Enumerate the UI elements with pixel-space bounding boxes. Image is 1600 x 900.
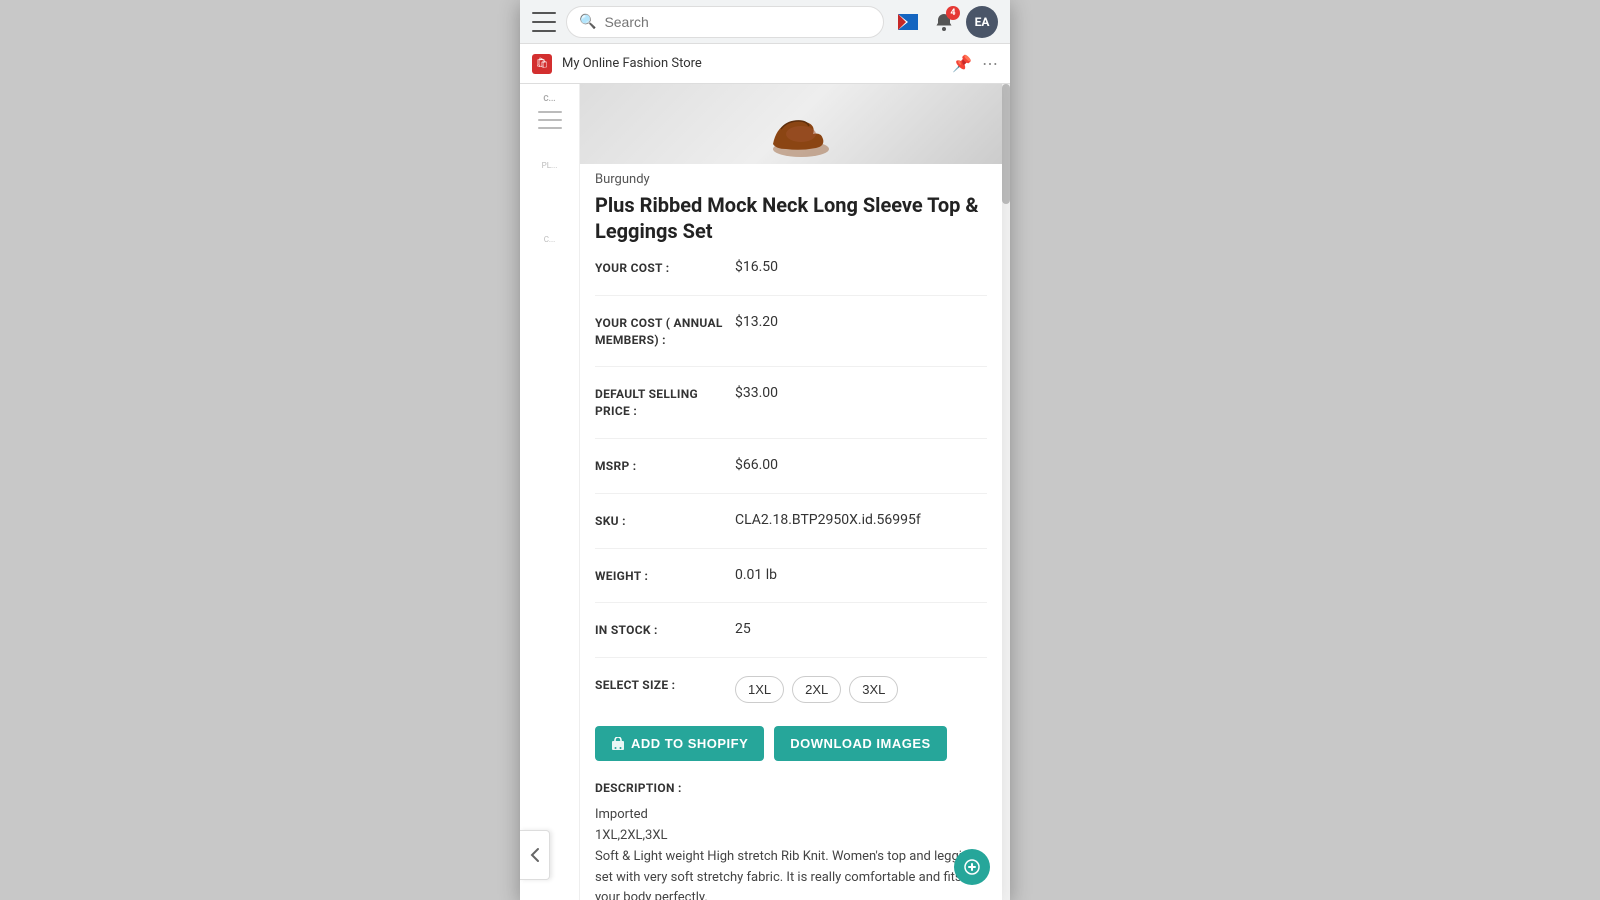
your-cost-annual-value: $13.20 (735, 314, 987, 330)
search-bar[interactable]: 🔍 (566, 6, 884, 38)
browser-window: 🔍 4 EA 🛍 My Online Fas (520, 0, 1010, 900)
notification-icon[interactable]: 4 (930, 8, 958, 36)
weight-label: WEIGHT : (595, 567, 735, 585)
flag-icon[interactable] (894, 8, 922, 36)
in-stock-label: IN STOCK : (595, 621, 735, 639)
select-size-row: SELECT SIZE : 1XL 2XL 3XL (595, 676, 987, 708)
size-2xl-button[interactable]: 2XL (792, 676, 841, 703)
download-images-button[interactable]: DOWNLOAD IMAGES (774, 726, 946, 761)
site-name: My Online Fashion Store (562, 56, 942, 71)
in-stock-value: 25 (735, 621, 987, 637)
browser-content: Y... ...0 Y...M... ...0 D... ...0 C... (520, 84, 1010, 900)
your-cost-annual-label: YOUR COST ( ANNUAL MEMBERS) : (595, 314, 735, 349)
browser-address-bar: 🛍 My Online Fashion Store 📌 ⋯ (520, 44, 1010, 84)
weight-row: WEIGHT : 0.01 lb (595, 567, 987, 604)
your-cost-value: $16.50 (735, 259, 987, 275)
default-selling-price-value: $33.00 (735, 385, 987, 401)
size-1xl-button[interactable]: 1XL (735, 676, 784, 703)
fab-icon (963, 858, 981, 876)
default-selling-price-row: DEFAULT SELLING PRICE : $33.00 (595, 385, 987, 439)
nav-icons: 4 EA (894, 6, 998, 38)
msrp-row: MSRP : $66.00 (595, 457, 987, 494)
weight-value: 0.01 lb (735, 567, 987, 583)
scrollbar[interactable] (1002, 84, 1010, 900)
product-details: YOUR COST : $16.50 YOUR COST ( ANNUAL ME… (580, 259, 1002, 708)
nav-left-arrow[interactable] (520, 830, 550, 880)
user-avatar[interactable]: EA (966, 6, 998, 38)
size-3xl-button[interactable]: 3XL (849, 676, 898, 703)
description-text: Imported 1XL,2XL,3XL Soft & Light weight… (595, 805, 987, 900)
desc-line-3: Soft & Light weight High stretch Rib Kni… (595, 847, 987, 900)
browser-nav-bar: 🔍 4 EA (520, 0, 1010, 44)
action-buttons: ADD TO SHOPIFY DOWNLOAD IMAGES (580, 726, 1002, 781)
sku-value: CLA2.18.BTP2950X.id.56995f (735, 512, 987, 528)
download-images-label: DOWNLOAD IMAGES (790, 736, 930, 751)
msrp-label: MSRP : (595, 457, 735, 475)
in-stock-row: IN STOCK : 25 (595, 621, 987, 658)
add-to-shopify-button[interactable]: ADD TO SHOPIFY (595, 726, 764, 761)
sku-row: SKU : CLA2.18.BTP2950X.id.56995f (595, 512, 987, 549)
description-label: DESCRIPTION : (595, 781, 987, 795)
pin-icon[interactable]: 📌 (952, 54, 972, 73)
sku-label: SKU : (595, 512, 735, 530)
fab-button[interactable] (954, 849, 990, 885)
product-image (580, 84, 1002, 164)
site-favicon: 🛍 (532, 54, 552, 74)
description-section: DESCRIPTION : Imported 1XL,2XL,3XL Soft … (580, 781, 1002, 900)
sidebar-indicator (538, 111, 562, 129)
desc-line-2: 1XL,2XL,3XL (595, 826, 987, 847)
chevron-left-icon (530, 847, 540, 863)
more-options-icon[interactable]: ⋯ (982, 54, 998, 73)
product-color: Burgundy (580, 164, 1002, 192)
your-cost-label: YOUR COST : (595, 259, 735, 277)
select-size-label: SELECT SIZE : (595, 676, 735, 694)
notification-badge: 4 (946, 6, 960, 20)
product-image-area (580, 84, 1002, 164)
search-input[interactable] (604, 14, 871, 30)
product-title: Plus Ribbed Mock Neck Long Sleeve Top & … (580, 192, 1002, 259)
size-options: 1XL 2XL 3XL (735, 676, 898, 703)
your-cost-annual-row: YOUR COST ( ANNUAL MEMBERS) : $13.20 (595, 314, 987, 368)
scrollbar-thumb[interactable] (1002, 84, 1010, 204)
msrp-value: $66.00 (735, 457, 987, 473)
hamburger-menu-icon[interactable] (532, 12, 556, 32)
desc-line-1: Imported (595, 805, 987, 826)
your-cost-row: YOUR COST : $16.50 (595, 259, 987, 296)
default-selling-price-label: DEFAULT SELLING PRICE : (595, 385, 735, 420)
search-icon: 🔍 (579, 14, 596, 30)
product-thumbnail-svg (751, 94, 831, 164)
product-detail-panel: Burgundy Plus Ribbed Mock Neck Long Slee… (580, 84, 1002, 900)
add-to-shopify-label: ADD TO SHOPIFY (631, 736, 748, 751)
shopify-cart-icon (611, 737, 625, 751)
left-sidebar: C... PL... C... (520, 84, 580, 900)
